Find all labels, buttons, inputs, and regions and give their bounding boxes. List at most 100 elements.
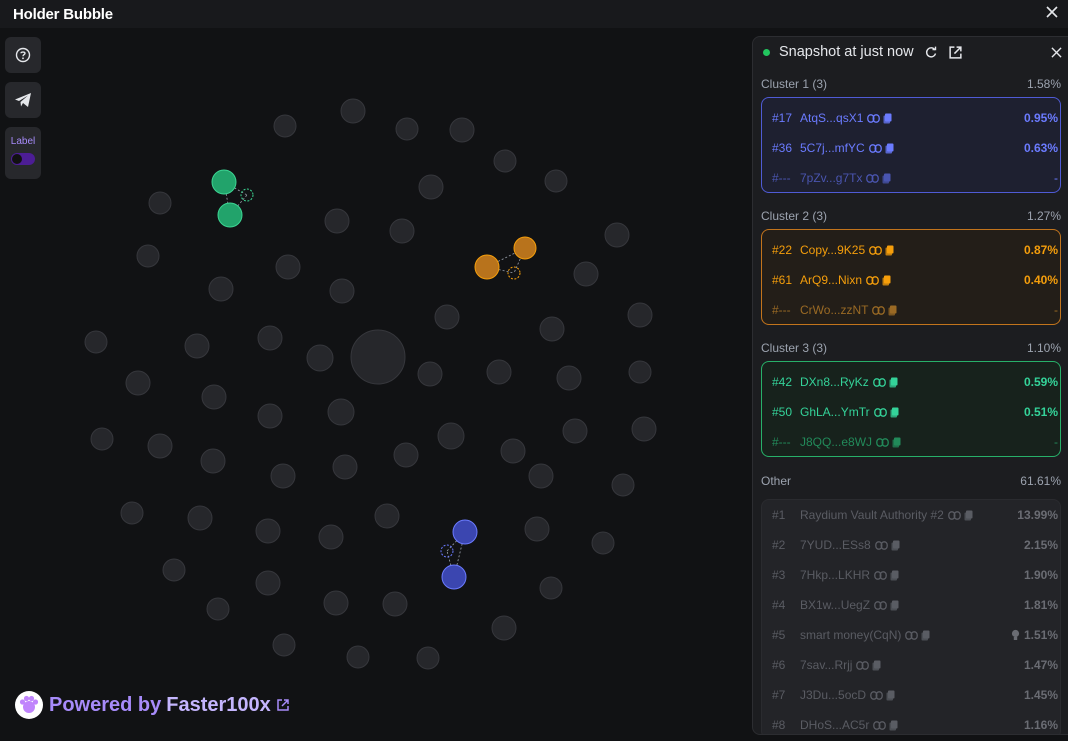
cluster-holder-bubble[interactable] xyxy=(217,202,243,228)
holder-bubble[interactable] xyxy=(604,222,630,248)
holder-row[interactable]: #8 DHoS...AC5r 1.16% xyxy=(772,716,1058,734)
holder-bubble[interactable] xyxy=(346,645,370,669)
cluster-holder-bubble[interactable] xyxy=(452,519,478,545)
holder-row[interactable]: #--- CrWo...zzNT - xyxy=(772,301,1058,319)
holder-bubble[interactable] xyxy=(200,448,226,474)
holder-bubble[interactable] xyxy=(136,244,160,268)
holder-address[interactable]: smart money(CqN) xyxy=(800,628,901,642)
cluster-holder-bubble[interactable] xyxy=(513,236,537,260)
link-icon[interactable] xyxy=(905,630,919,640)
link-icon[interactable] xyxy=(874,540,888,550)
holder-row[interactable]: #17 AtqS...qsX1 0.95% xyxy=(772,109,1058,127)
cluster-holder-bubble[interactable] xyxy=(441,564,467,590)
holder-address[interactable]: Copy...9K25 xyxy=(800,243,865,257)
holder-bubble[interactable] xyxy=(500,438,526,464)
holder-bubble[interactable] xyxy=(323,590,349,616)
copy-icon[interactable] xyxy=(886,690,895,701)
holder-bubble[interactable] xyxy=(395,117,419,141)
holder-bubble[interactable] xyxy=(148,191,172,215)
holder-bubble[interactable] xyxy=(306,344,334,372)
holder-bubble[interactable] xyxy=(270,463,296,489)
holder-bubble[interactable] xyxy=(491,615,517,641)
copy-icon[interactable] xyxy=(890,407,899,418)
holder-bubble[interactable] xyxy=(147,433,173,459)
link-icon[interactable] xyxy=(873,720,887,730)
holder-bubble[interactable] xyxy=(329,278,355,304)
holder-bubble[interactable] xyxy=(272,633,296,657)
link-icon[interactable] xyxy=(870,690,883,700)
holder-address[interactable]: 7sav...Rrjj xyxy=(800,658,852,672)
holder-row[interactable]: #7 J3Du...5ocD 1.45% xyxy=(772,686,1058,704)
holder-bubble[interactable] xyxy=(257,403,283,429)
holder-bubble[interactable] xyxy=(382,591,408,617)
holder-bubble[interactable] xyxy=(318,524,344,550)
copy-icon[interactable] xyxy=(882,173,891,184)
copy-icon[interactable] xyxy=(882,275,891,286)
holder-bubble[interactable] xyxy=(187,505,213,531)
copy-icon[interactable] xyxy=(883,113,892,124)
holder-row[interactable]: #61 ArQ9...Nixn 0.40% xyxy=(772,271,1058,289)
holder-bubble[interactable] xyxy=(327,398,355,426)
copy-icon[interactable] xyxy=(892,437,901,448)
holder-bubble[interactable] xyxy=(255,570,281,596)
holder-address[interactable]: DHoS...AC5r xyxy=(800,718,869,732)
holder-bubble[interactable] xyxy=(350,329,406,385)
link-icon[interactable] xyxy=(866,173,880,183)
holder-bubble[interactable] xyxy=(332,454,358,480)
holder-bubble[interactable] xyxy=(611,473,635,497)
holder-bubble[interactable] xyxy=(90,427,114,451)
holder-bubble[interactable] xyxy=(591,531,615,555)
holder-address[interactable]: 7Hkp...LKHR xyxy=(800,568,870,582)
holder-address[interactable]: Raydium Vault Authority #2 xyxy=(800,508,944,522)
holder-bubble[interactable] xyxy=(275,254,301,280)
holder-bubble[interactable] xyxy=(524,516,550,542)
holder-row[interactable]: #2 7YUD...ESs8 2.15% xyxy=(772,536,1058,554)
holder-address[interactable]: ArQ9...Nixn xyxy=(800,273,862,287)
link-icon[interactable] xyxy=(856,660,870,670)
link-icon[interactable] xyxy=(868,143,882,153)
holder-bubble[interactable] xyxy=(389,218,415,244)
holder-bubble[interactable] xyxy=(393,442,419,468)
holder-bubble[interactable] xyxy=(627,302,653,328)
holder-bubble[interactable] xyxy=(340,98,366,124)
holder-bubble[interactable] xyxy=(374,503,400,529)
cluster-2-box[interactable]: #22 Copy...9K25 0.87% #61 ArQ9...Nixn 0.… xyxy=(761,229,1061,325)
holder-address[interactable]: BX1w...UegZ xyxy=(800,598,870,612)
holder-row[interactable]: #3 7Hkp...LKHR 1.90% xyxy=(772,566,1058,584)
holder-address[interactable]: CrWo...zzNT xyxy=(800,303,868,317)
other-holders-list[interactable]: #1 Raydium Vault Authority #2 13.99% #2 … xyxy=(761,499,1061,734)
copy-icon[interactable] xyxy=(885,245,894,256)
holder-bubble[interactable] xyxy=(437,422,465,450)
holder-address[interactable]: 7YUD...ESs8 xyxy=(800,538,871,552)
holder-bubble[interactable] xyxy=(528,463,554,489)
holder-bubble[interactable] xyxy=(544,169,568,193)
holder-row[interactable]: #--- 7pZv...g7Tx - xyxy=(772,169,1058,187)
link-icon[interactable] xyxy=(869,245,883,255)
holder-bubble[interactable] xyxy=(255,518,281,544)
holder-bubble[interactable] xyxy=(120,501,144,525)
holder-row[interactable]: #4 BX1w...UegZ 1.81% xyxy=(772,596,1058,614)
holder-bubble[interactable] xyxy=(493,149,517,173)
holder-bubble[interactable] xyxy=(631,416,657,442)
cluster-holder-bubble[interactable] xyxy=(474,254,500,280)
copy-icon[interactable] xyxy=(872,660,881,671)
cluster-3-box[interactable]: #42 DXn8...RyKz 0.59% #50 GhLA...YmTr 0.… xyxy=(761,361,1061,457)
holder-bubble[interactable] xyxy=(539,316,565,342)
copy-icon[interactable] xyxy=(890,600,899,611)
holder-address[interactable]: J3Du...5ocD xyxy=(800,688,866,702)
holder-row[interactable]: #36 5C7j...mfYC 0.63% xyxy=(772,139,1058,157)
copy-icon[interactable] xyxy=(921,630,930,641)
holder-bubble[interactable] xyxy=(125,370,151,396)
holder-bubble[interactable] xyxy=(418,174,444,200)
holder-bubble[interactable] xyxy=(486,359,512,385)
link-icon[interactable] xyxy=(948,510,961,520)
holder-bubble[interactable] xyxy=(417,361,443,387)
copy-icon[interactable] xyxy=(889,377,898,388)
holder-bubble[interactable] xyxy=(257,325,283,351)
holder-row[interactable]: #5 smart money(CqN) 1.51% xyxy=(772,626,1058,644)
holder-bubble[interactable] xyxy=(416,646,440,670)
holder-bubble[interactable] xyxy=(449,117,475,143)
holder-bubble[interactable] xyxy=(162,558,186,582)
holder-bubble[interactable] xyxy=(206,597,230,621)
copy-icon[interactable] xyxy=(889,720,898,731)
